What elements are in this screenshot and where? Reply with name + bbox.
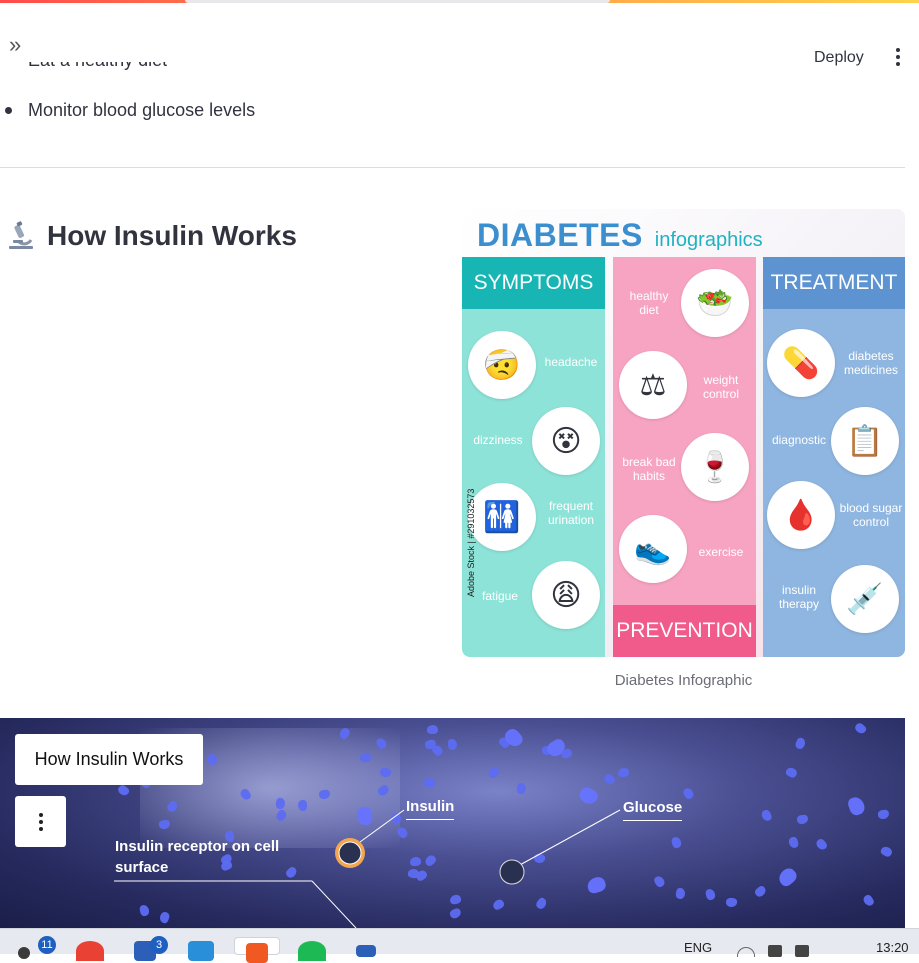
receptor-label: Insulin receptor on cell surface [115, 838, 280, 876]
deploy-button[interactable]: Deploy [814, 49, 864, 67]
section-heading: How Insulin Works [5, 220, 297, 252]
main-menu-icon[interactable] [890, 46, 906, 68]
widgets-icon[interactable] [18, 947, 30, 959]
microscope-icon [9, 221, 33, 249]
exercise-icon: 👟 [619, 515, 687, 583]
infographic-title-main: DIABETES [477, 217, 643, 253]
insulin-label: Insulin [406, 796, 455, 820]
treatment-label: insulin therapy [778, 583, 820, 611]
fatigue-icon: 😩 [532, 561, 600, 629]
glucose-label: Glucose [623, 797, 683, 821]
frequent-urination-icon: 🚻 [468, 483, 536, 551]
teams-badge: 3 [150, 936, 168, 954]
clipped-list-item: Eat a healthy diet [28, 62, 167, 76]
brave-icon[interactable] [246, 943, 268, 963]
medicines-icon: 💊 [767, 329, 835, 397]
video-menu-icon[interactable] [15, 796, 66, 847]
weight-control-icon: ⚖ [619, 351, 687, 419]
section-divider [0, 167, 905, 168]
calendar-icon[interactable] [356, 945, 376, 957]
battery-icon[interactable] [795, 945, 809, 957]
list-item-text: Monitor blood glucose levels [28, 100, 256, 120]
os-taskbar: 11 3 ENG 13:20 [0, 928, 919, 963]
video-embed[interactable]: How Insulin Works Insulin Glucose Insuli… [0, 718, 905, 928]
symptom-label: dizziness [473, 433, 523, 447]
language-indicator[interactable]: ENG [684, 940, 712, 955]
infographic-title-sub: infographics [654, 229, 763, 251]
symptom-label: frequent urination [547, 499, 595, 527]
bullet-icon [5, 107, 12, 114]
volume-icon[interactable] [768, 945, 782, 957]
sidebar-expand-icon[interactable]: » [9, 34, 21, 56]
treatment-heading: TREATMENT [763, 257, 905, 309]
prevention-label: healthy diet [629, 289, 669, 317]
diabetes-infographic-image: DIABETES infographics SYMPTOMS 🤕 headach… [462, 209, 905, 657]
dizziness-icon: 😵 [532, 407, 600, 475]
symptom-label: headache [544, 355, 598, 369]
symptoms-column: SYMPTOMS 🤕 headache 😵 dizziness 🚻 freque… [462, 257, 605, 657]
wifi-icon[interactable] [737, 947, 755, 957]
mail-badge: 11 [38, 936, 56, 954]
infographic-title: DIABETES infographics [477, 217, 763, 254]
prevention-label: weight control [702, 373, 740, 401]
treatment-label: diagnostic [771, 433, 827, 447]
symptoms-heading: SYMPTOMS [462, 257, 605, 309]
headache-icon: 🤕 [468, 331, 536, 399]
image-caption: Diabetes Infographic [614, 672, 753, 689]
page-title: How Insulin Works [47, 220, 297, 251]
treatment-label: blood sugar control [839, 501, 903, 529]
symptom-label: fatigue [481, 589, 519, 603]
healthy-diet-icon: 🥗 [681, 269, 749, 337]
chrome-icon[interactable] [76, 941, 104, 961]
spotify-icon[interactable] [298, 941, 326, 961]
diagnostic-icon: 📋 [831, 407, 899, 475]
treatment-label: diabetes medicines [843, 349, 899, 377]
browser-tab-stub [185, 0, 610, 3]
treatment-column: TREATMENT 💊 diabetes medicines diagnosti… [763, 257, 905, 657]
insulin-therapy-icon: 💉 [831, 565, 899, 633]
prevention-label: break bad habits [622, 455, 676, 483]
video-title[interactable]: How Insulin Works [15, 734, 203, 785]
clock-time[interactable]: 13:20 [876, 940, 909, 955]
prevention-column: PREVENTION healthy diet 🥗 ⚖ weight contr… [613, 257, 756, 657]
stock-watermark: Adobe Stock | #291032573 [466, 488, 476, 597]
list-item: Monitor blood glucose levels [5, 100, 255, 121]
blood-sugar-icon: 🩸 [767, 481, 835, 549]
vscode-icon[interactable] [188, 941, 214, 961]
prevention-label: exercise [698, 545, 744, 559]
prevention-heading: PREVENTION [613, 605, 756, 657]
bad-habits-icon: 🍷 [681, 433, 749, 501]
